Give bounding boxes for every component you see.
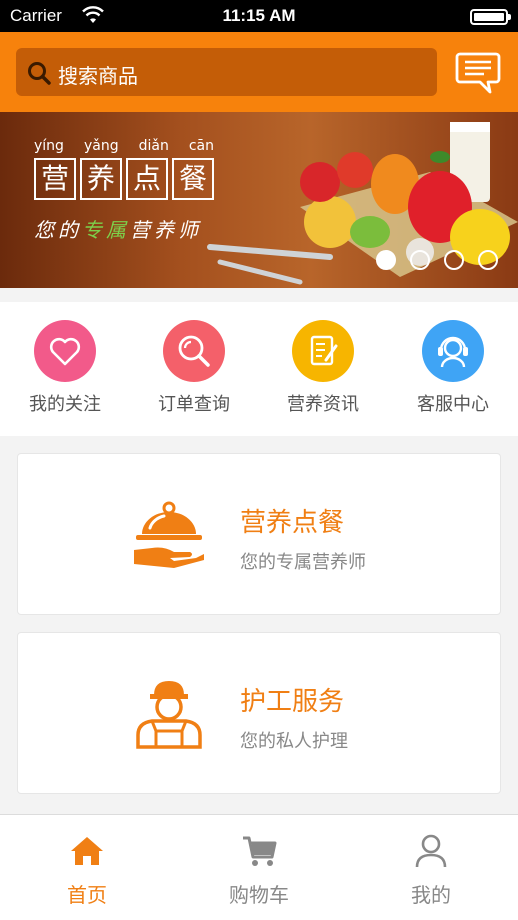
nutrition-order-card[interactable]: 营养点餐 您的专属营养师 <box>17 453 501 615</box>
banner-title-char-3: 点 <box>126 158 168 200</box>
quick-action-orders[interactable]: 订单查询 <box>139 320 249 416</box>
banner-title-char-2: 养 <box>80 158 122 200</box>
pinyin-4: cān <box>188 138 214 154</box>
banner-subtitle-highlight: 专属 <box>82 218 130 242</box>
card-description: 您的私人护理 <box>240 731 348 752</box>
banner-subtitle-end: 营养师 <box>130 218 202 242</box>
quick-action-favorites[interactable]: 我的关注 <box>10 320 120 416</box>
tab-label: 首页 <box>67 883 107 907</box>
tab-label: 我的 <box>411 883 451 907</box>
message-icon[interactable] <box>454 48 502 96</box>
home-icon <box>71 837 103 865</box>
banner-subtitle-start: 您的 <box>34 218 82 242</box>
headset-icon <box>422 320 484 382</box>
pagination-dot[interactable] <box>444 250 464 270</box>
caregiver-icon <box>136 681 202 749</box>
card-title: 护工服务 <box>240 687 345 717</box>
cart-icon <box>243 836 277 866</box>
pinyin-2: yǎng <box>83 138 119 154</box>
search-icon <box>28 62 51 85</box>
magnifier-icon <box>163 320 225 382</box>
quick-action-label: 客服中心 <box>417 394 489 415</box>
battery-icon <box>470 9 511 25</box>
pagination-dot[interactable] <box>478 250 498 270</box>
quick-action-nutrition-news[interactable]: 营养资讯 <box>268 320 378 416</box>
quick-action-label: 我的关注 <box>29 394 101 415</box>
status-bar: Carrier 11:15 AM <box>0 0 518 32</box>
promo-banner[interactable]: yíng yǎng diǎn cān 营 养 点 餐 您的专属营养师 <box>0 112 518 288</box>
tab-profile[interactable]: 我的 <box>371 815 491 920</box>
banner-pagination <box>376 250 498 270</box>
pagination-dot[interactable] <box>410 250 430 270</box>
quick-action-label: 订单查询 <box>158 394 230 415</box>
card-description: 您的专属营养师 <box>240 552 366 573</box>
serving-dish-icon <box>134 501 204 568</box>
banner-subtitle: 您的专属营养师 <box>34 214 202 243</box>
document-edit-icon <box>292 320 354 382</box>
pinyin-1: yíng <box>34 138 64 154</box>
user-icon <box>415 834 447 868</box>
quick-action-label: 营养资讯 <box>287 394 359 415</box>
banner-title-char-1: 营 <box>34 158 76 200</box>
bottom-tab-bar: 首页 购物车 我的 <box>0 814 518 920</box>
quick-action-customer-service[interactable]: 客服中心 <box>398 320 508 416</box>
pinyin-3: diǎn <box>138 138 169 154</box>
clock-label: 11:15 AM <box>222 6 296 25</box>
heart-icon <box>34 320 96 382</box>
search-placeholder: 搜索商品 <box>58 64 138 88</box>
search-bar[interactable]: 搜索商品 <box>16 48 437 96</box>
tab-home[interactable]: 首页 <box>27 815 147 920</box>
card-title: 营养点餐 <box>240 508 345 538</box>
quick-actions: 我的关注 订单查询 营养资讯 客服中心 <box>0 302 518 436</box>
top-bar: 搜索商品 <box>0 32 518 112</box>
banner-pinyin: yíng yǎng diǎn cān <box>34 138 214 154</box>
caregiver-service-card[interactable]: 护工服务 您的私人护理 <box>17 632 501 794</box>
tab-cart[interactable]: 购物车 <box>199 815 319 920</box>
banner-title-char-4: 餐 <box>172 158 214 200</box>
tab-label: 购物车 <box>229 883 289 907</box>
pagination-dot[interactable] <box>376 250 396 270</box>
